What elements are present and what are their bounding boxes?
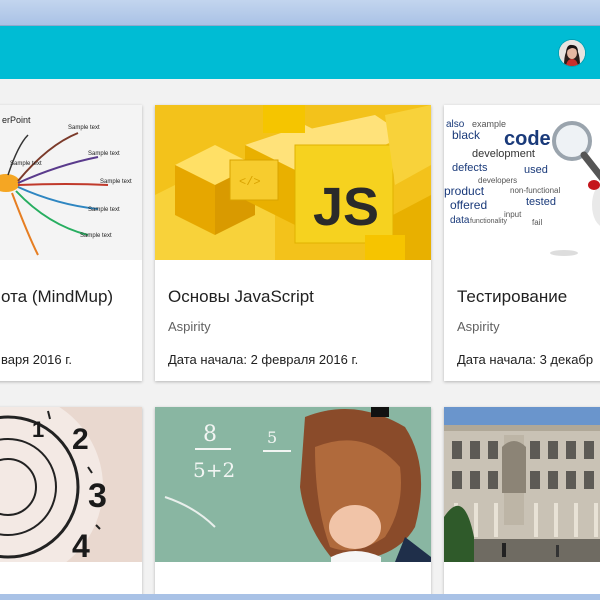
mind-map-branch-label: Sample text bbox=[88, 151, 120, 157]
building-image bbox=[444, 407, 600, 562]
course-title: Тестирование bbox=[457, 287, 568, 306]
course-start-date: Дата начала: 3 декабр bbox=[457, 352, 594, 367]
svg-text:4: 4 bbox=[72, 528, 90, 562]
window-title-bar bbox=[0, 0, 600, 26]
word-cloud-word: used bbox=[524, 164, 548, 176]
mind-map-branch-label: Sample text bbox=[88, 207, 120, 213]
chalkboard-formula: 5 bbox=[267, 428, 277, 447]
course-card-javascript[interactable]: </> JS Основы JavaScript Aspirity Дата н… bbox=[155, 105, 431, 381]
word-cloud-word: functionality bbox=[470, 218, 507, 225]
student-chalkboard-image: 8 5+2 5 bbox=[155, 407, 431, 562]
app-bar bbox=[0, 26, 600, 79]
course-organization: Aspirity bbox=[457, 319, 500, 334]
word-cloud-word: tested bbox=[526, 196, 556, 208]
course-grid: erPoint Sample text Sample text Sample t… bbox=[0, 79, 600, 594]
mind-map-branch-label: Sample text bbox=[80, 233, 112, 239]
course-title: Основы JavaScript bbox=[168, 287, 314, 306]
course-start-date: варя 2016 г. bbox=[1, 352, 73, 367]
chalkboard-formula: 8 bbox=[203, 422, 217, 447]
js-logo-text: JS bbox=[313, 177, 379, 237]
window-bottom-border bbox=[0, 594, 600, 600]
course-title: ота (MindMup) bbox=[1, 287, 114, 306]
course-organization: Aspirity bbox=[168, 319, 211, 334]
svg-text:</>: </> bbox=[239, 175, 261, 189]
word-cloud-word: data bbox=[450, 215, 470, 226]
svg-text:2: 2 bbox=[72, 423, 89, 456]
word-cloud-word: product bbox=[444, 184, 485, 198]
user-avatar[interactable] bbox=[559, 40, 585, 66]
course-card-testing[interactable]: also example black code development defe… bbox=[444, 105, 600, 381]
word-cloud-word: code bbox=[504, 128, 551, 150]
mind-map-branch-label: Sample text bbox=[68, 125, 100, 131]
svg-text:3: 3 bbox=[88, 477, 107, 515]
course-start-date: Дата начала: 2 февраля 2016 г. bbox=[168, 352, 359, 367]
mind-map-branch-label: Sample text bbox=[10, 161, 42, 167]
clock-image: 2 3 4 1 bbox=[0, 407, 142, 582]
testing-word-cloud-image: also example black code development defe… bbox=[444, 105, 600, 260]
mind-map-title: erPoint bbox=[2, 115, 31, 125]
chalkboard-formula: 5+2 bbox=[193, 458, 235, 482]
course-card-building[interactable] bbox=[444, 407, 600, 594]
mind-map-image: erPoint Sample text Sample text Sample t… bbox=[0, 105, 142, 260]
word-cloud-word: defects bbox=[452, 162, 488, 174]
user-avatar-icon bbox=[559, 40, 585, 66]
course-card-math[interactable]: 8 5+2 5 bbox=[155, 407, 431, 594]
word-cloud-word: input bbox=[504, 210, 522, 219]
course-card-mindmup[interactable]: erPoint Sample text Sample text Sample t… bbox=[0, 105, 142, 381]
word-cloud-word: fail bbox=[532, 218, 542, 227]
javascript-image: </> JS bbox=[155, 105, 431, 260]
word-cloud-word: black bbox=[452, 128, 481, 142]
word-cloud-word: non-functional bbox=[510, 186, 560, 195]
mind-map-branch-label: Sample text bbox=[100, 179, 132, 185]
word-cloud-word: offered bbox=[450, 198, 487, 212]
svg-text:1: 1 bbox=[32, 417, 44, 442]
course-card-clock[interactable]: 2 3 4 1 bbox=[0, 407, 142, 594]
word-cloud-word: development bbox=[472, 148, 535, 160]
